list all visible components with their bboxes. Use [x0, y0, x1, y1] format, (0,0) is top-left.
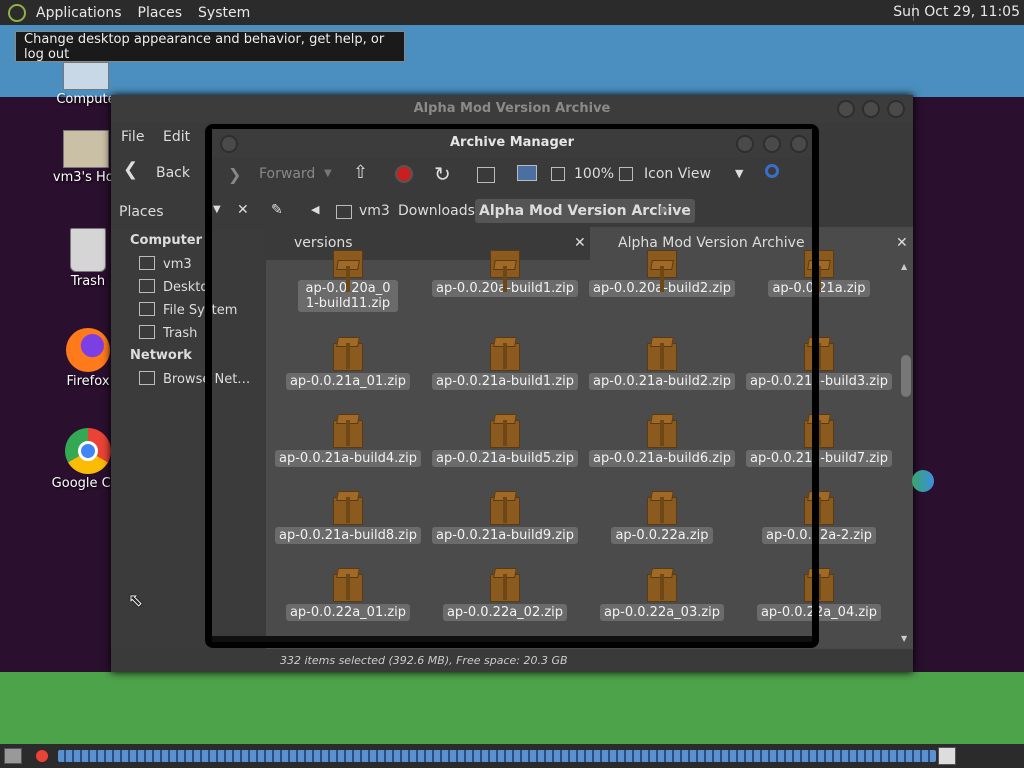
tab-close-icon[interactable]: ✕	[896, 227, 908, 260]
zoom-level: 100%	[574, 166, 615, 182]
menu-system[interactable]: System	[190, 5, 258, 21]
forward-button[interactable]: Forward	[259, 166, 315, 182]
sidebar-heading-network: Network	[130, 348, 192, 363]
trash-icon	[70, 228, 106, 272]
workspace-switcher-icon[interactable]	[938, 747, 956, 765]
chevron-down-icon[interactable]: ▼	[735, 167, 743, 180]
forward-arrow-icon[interactable]: ❯	[228, 165, 241, 184]
maximize-button[interactable]	[862, 100, 880, 118]
chevron-down-icon[interactable]: ▼	[324, 168, 332, 179]
archive-manager-title: Archive Manager	[212, 129, 812, 157]
stop-icon[interactable]	[395, 165, 413, 183]
menu-places[interactable]: Places	[130, 5, 191, 21]
top-panel: Applications Places System Sun Oct 29, 1…	[0, 0, 1024, 25]
scrollbar[interactable]	[900, 265, 912, 645]
search-icon[interactable]	[765, 164, 779, 178]
taskbar-window-list[interactable]	[58, 750, 936, 762]
scroll-down-icon[interactable]: ▼	[901, 634, 907, 643]
system-logo-icon[interactable]	[8, 3, 26, 22]
zoom-in-icon[interactable]	[619, 167, 633, 181]
close-button[interactable]	[790, 135, 808, 153]
archive-toolbar: ❯ Forward ▼ ⇧ ↻ 100% Icon View ▼	[212, 157, 812, 193]
back-button[interactable]: Back	[156, 165, 190, 181]
reload-icon[interactable]: ↻	[434, 162, 451, 186]
sidebar-item-desktop[interactable]: Deskto	[139, 279, 208, 295]
wallpaper-bottom	[0, 672, 1024, 744]
sidebar-item-vm3[interactable]: vm3	[139, 256, 192, 272]
chrome-taskbar-icon[interactable]	[36, 750, 48, 762]
places-dropdown[interactable]: Places	[119, 204, 164, 220]
menu-file[interactable]: File	[121, 129, 144, 145]
status-bar: 332 items selected (392.6 MB), Free spac…	[266, 649, 913, 672]
show-desktop-icon[interactable]	[4, 748, 22, 764]
chrome-icon	[65, 428, 111, 474]
sidebar-heading-computer: Computer	[130, 233, 203, 248]
app-indicator-icon	[912, 470, 934, 492]
desktop-icon	[139, 279, 155, 293]
window-title: Alpha Mod Version Archive	[111, 95, 913, 123]
home-icon	[139, 256, 155, 270]
minimize-button[interactable]	[736, 135, 754, 153]
trash-icon	[139, 325, 155, 339]
menu-edit[interactable]: Edit	[163, 129, 190, 145]
back-arrow-icon[interactable]: ❮	[123, 159, 138, 180]
network-icon	[139, 371, 155, 385]
tooltip: Change desktop appearance and behavior, …	[15, 31, 405, 62]
computer-icon	[63, 62, 109, 90]
mouse-cursor-icon: ⬁	[128, 590, 144, 611]
computer-icon[interactable]	[517, 165, 537, 181]
scroll-up-icon[interactable]: ▲	[901, 262, 907, 271]
menu-applications[interactable]: Applications	[28, 5, 130, 21]
minimize-button[interactable]	[837, 100, 855, 118]
maximize-button[interactable]	[763, 135, 781, 153]
home-folder-icon	[63, 130, 109, 168]
firefox-icon	[66, 328, 110, 372]
sidebar-item-trash[interactable]: Trash	[139, 325, 197, 341]
clock[interactable]: Sun Oct 29, 11:05	[893, 4, 1020, 20]
view-mode-select[interactable]: Icon View	[644, 166, 711, 182]
archive-manager-menu-button[interactable]	[220, 135, 238, 153]
zoom-out-icon[interactable]	[551, 167, 565, 181]
drive-icon	[139, 302, 155, 316]
scrollbar-thumb[interactable]	[901, 355, 911, 397]
home-icon[interactable]	[477, 167, 495, 183]
up-arrow-icon[interactable]: ⇧	[353, 162, 368, 183]
close-button[interactable]	[887, 100, 905, 118]
archive-manager-frame	[205, 124, 819, 648]
archive-manager-bottom-edge	[212, 636, 812, 642]
